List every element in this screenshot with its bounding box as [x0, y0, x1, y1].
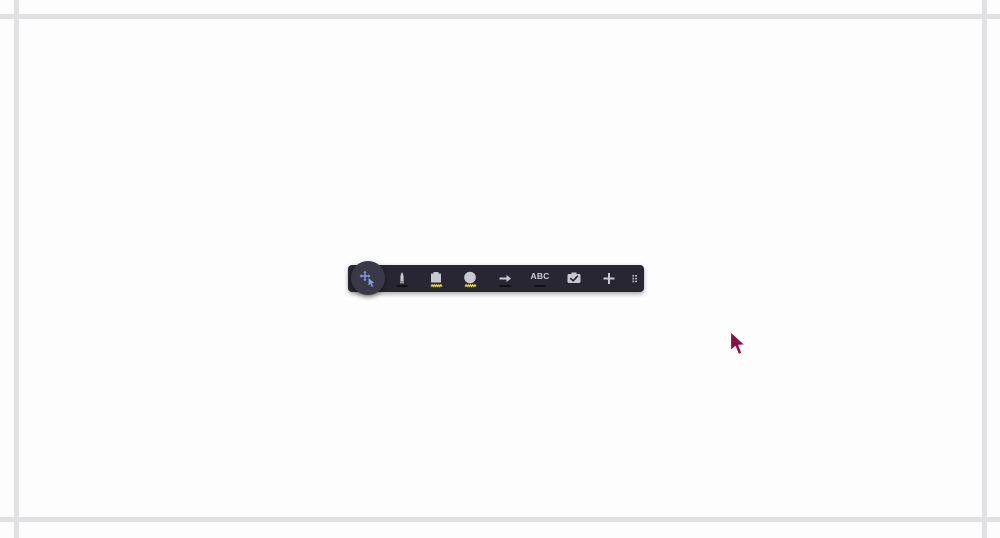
arrow-icon	[499, 275, 511, 287]
move-select-icon	[359, 270, 375, 287]
marker-tool-button[interactable]	[390, 265, 414, 292]
add-tool-button[interactable]	[597, 265, 621, 292]
shape-tool-button[interactable]	[458, 265, 482, 292]
plus-icon	[603, 273, 615, 284]
canvas-frame-top	[0, 14, 1000, 19]
text-tool-button[interactable]: ABC	[528, 265, 552, 292]
mouse-pointer-icon	[729, 330, 749, 363]
stamp-check-icon	[567, 272, 581, 283]
drag-handle-icon	[632, 275, 637, 283]
marker-icon	[396, 272, 408, 287]
highlighter-icon	[430, 272, 443, 288]
circle-icon	[464, 271, 477, 288]
canvas-frame-bottom	[0, 517, 1000, 522]
arrow-tool-button[interactable]	[493, 265, 517, 292]
canvas-frame-right	[982, 0, 987, 538]
toolbar-drag-handle[interactable]	[626, 265, 644, 292]
select-move-tool-button[interactable]	[351, 261, 385, 295]
highlighter-tool-button[interactable]	[424, 265, 448, 292]
canvas-frame-left	[14, 0, 19, 538]
text-tool-underline	[534, 285, 546, 287]
stamp-tool-button[interactable]	[562, 265, 586, 292]
